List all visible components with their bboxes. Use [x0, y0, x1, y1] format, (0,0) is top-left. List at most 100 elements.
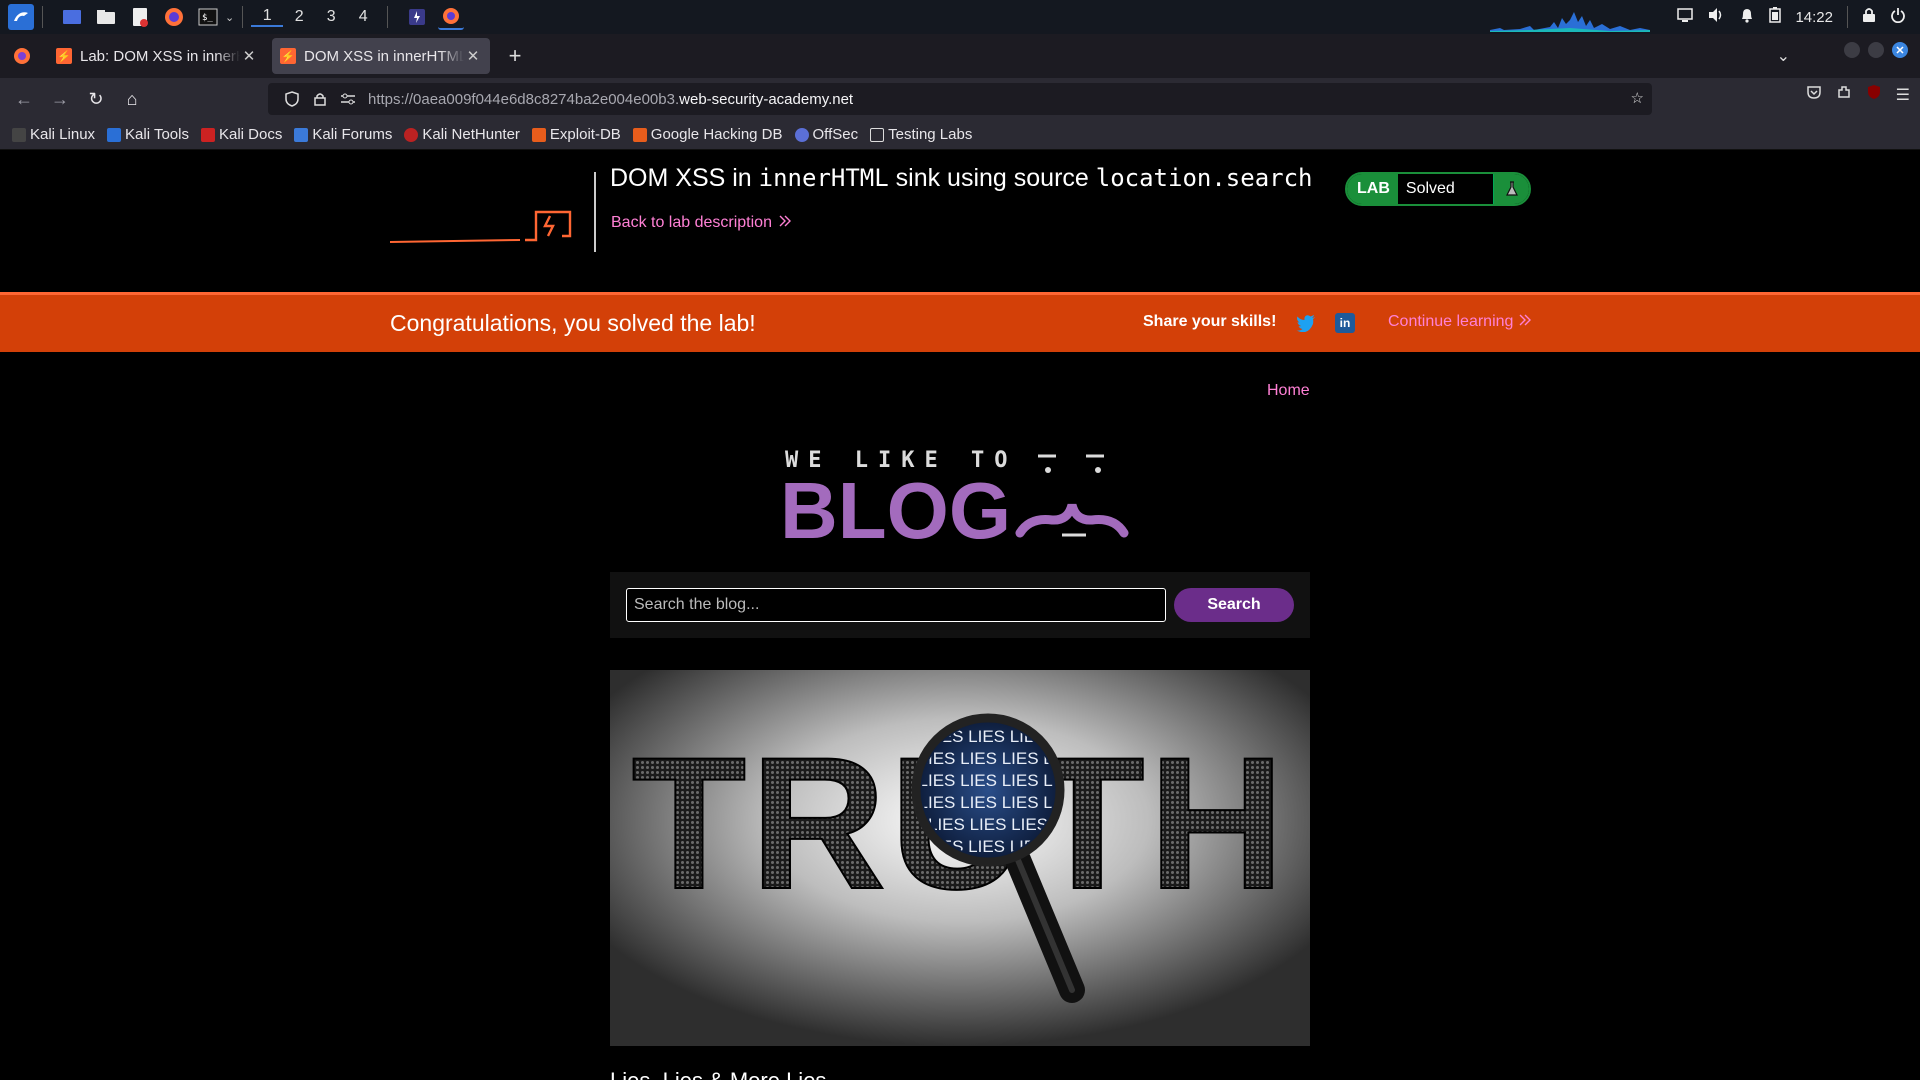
- share-skills-label: Share your skills!: [1143, 313, 1277, 330]
- forward-button[interactable]: →: [42, 82, 78, 116]
- minimize-button[interactable]: [1844, 42, 1860, 58]
- cpu-graph-widget: [1490, 12, 1650, 32]
- close-window-button[interactable]: ✕: [1892, 42, 1908, 58]
- portswigger-favicon-icon: ⚡: [280, 48, 296, 64]
- file-manager-icon[interactable]: [93, 4, 119, 30]
- portswigger-favicon-icon: ⚡: [56, 48, 72, 64]
- lens-text-line: LIES LIES LIES LI: [919, 771, 1058, 790]
- bookmark-offsec[interactable]: OffSec: [794, 126, 859, 143]
- maximize-button[interactable]: [1868, 42, 1884, 58]
- linkedin-icon[interactable]: in: [1335, 313, 1355, 333]
- shield-icon[interactable]: [278, 91, 306, 107]
- battery-icon[interactable]: [1769, 7, 1782, 27]
- permissions-icon[interactable]: [334, 93, 362, 105]
- bookmark-kali-nethunter[interactable]: Kali NetHunter: [404, 126, 520, 143]
- firefox-window-icon[interactable]: [438, 4, 465, 30]
- search-button[interactable]: Search: [1174, 588, 1294, 622]
- congratulations-message: Congratulations, you solved the lab!: [390, 310, 756, 336]
- blog-post-image[interactable]: TRUTH ES LIES LIE LIES LIES LIES LI LIES…: [610, 670, 1310, 1046]
- svg-text:$_: $_: [202, 13, 213, 23]
- bookmark-kali-linux[interactable]: Kali Linux: [12, 126, 95, 143]
- clock[interactable]: 14:22: [1795, 9, 1833, 26]
- close-tab-icon[interactable]: ✕: [464, 47, 482, 65]
- display-icon[interactable]: [1677, 8, 1694, 26]
- text-editor-icon[interactable]: [127, 4, 153, 30]
- reload-button[interactable]: ↻: [78, 82, 114, 116]
- url-bar[interactable]: https://0aea009f044e6d8c8274ba2e004e00b3…: [268, 83, 1652, 115]
- ublock-icon[interactable]: [1866, 84, 1882, 105]
- browser-tab-strip: ⚡ Lab: DOM XSS in innerHTML sink ✕ ⚡ DOM…: [0, 34, 1920, 78]
- bookmark-kali-tools[interactable]: Kali Tools: [107, 126, 189, 143]
- twitter-icon[interactable]: [1296, 314, 1316, 332]
- folder-icon: [870, 127, 885, 142]
- list-all-tabs-icon[interactable]: ⌄: [1777, 46, 1790, 66]
- portswigger-logo-icon[interactable]: [390, 202, 572, 244]
- terminal-icon[interactable]: $_: [195, 4, 221, 30]
- ghdb-icon: [632, 127, 647, 142]
- workspace-4[interactable]: 4: [347, 8, 379, 26]
- tab-lab-description[interactable]: ⚡ Lab: DOM XSS in innerHTML sink ✕: [48, 38, 266, 74]
- continue-learning-label: Continue learning: [1388, 313, 1514, 330]
- notifications-icon[interactable]: [1739, 7, 1755, 27]
- burp-window-icon[interactable]: [404, 4, 430, 30]
- back-to-lab-description-link[interactable]: Back to lab description: [611, 214, 792, 232]
- taskbar-separator: [387, 6, 389, 28]
- bookmark-testing-labs[interactable]: Testing Labs: [870, 126, 972, 143]
- bookmark-exploit-db[interactable]: Exploit-DB: [531, 126, 621, 143]
- solved-banner: Congratulations, you solved the lab! Sha…: [0, 292, 1920, 352]
- workspace-2[interactable]: 2: [283, 8, 315, 26]
- desktop-icon[interactable]: [59, 4, 85, 30]
- kali-menu-icon[interactable]: [8, 4, 34, 30]
- workspace-3[interactable]: 3: [315, 8, 347, 26]
- firefox-view-icon[interactable]: [4, 38, 40, 74]
- kali-icon: [12, 127, 26, 142]
- chevron-down-icon[interactable]: ⌄: [225, 11, 234, 24]
- double-chevron-right-icon: [778, 214, 792, 232]
- lock-icon[interactable]: [306, 92, 334, 106]
- kali-docs-icon: [200, 127, 215, 142]
- volume-icon[interactable]: [1707, 7, 1725, 27]
- nav-home-link[interactable]: Home: [1267, 382, 1310, 400]
- new-tab-button[interactable]: +: [498, 39, 532, 73]
- search-input[interactable]: [626, 588, 1166, 622]
- url-domain: web-security-academy.net: [679, 90, 854, 108]
- extensions-icon[interactable]: [1836, 84, 1852, 105]
- kali-forums-icon: [294, 127, 309, 142]
- bookmark-star-icon[interactable]: ☆: [1631, 89, 1644, 107]
- bookmark-label: Exploit-DB: [549, 126, 621, 143]
- bookmark-label: OffSec: [812, 126, 859, 143]
- bookmark-google-hacking-db[interactable]: Google Hacking DB: [632, 126, 783, 143]
- bookmark-kali-forums[interactable]: Kali Forums: [294, 126, 392, 143]
- bookmark-kali-docs[interactable]: Kali Docs: [200, 126, 282, 143]
- home-button[interactable]: ⌂: [114, 82, 150, 116]
- post-title[interactable]: Lies, Lies & More Lies: [610, 1068, 826, 1080]
- firefox-launcher-icon[interactable]: [161, 4, 187, 30]
- lock-icon[interactable]: [1862, 7, 1876, 27]
- lens-text-line: LIES LIES LIES: [928, 815, 1048, 834]
- page-content: DOM XSS in innerHTML sink using source l…: [0, 150, 1920, 1080]
- brace-face-icon: [1015, 454, 1129, 538]
- back-button[interactable]: ←: [6, 82, 42, 116]
- workspace-1[interactable]: 1: [251, 7, 284, 27]
- window-controls: ✕: [1844, 42, 1908, 58]
- lab-title-code: innerHTML: [758, 164, 889, 192]
- pocket-icon[interactable]: [1806, 84, 1822, 105]
- lab-tag: LAB: [1347, 174, 1398, 204]
- tab-title: DOM XSS in innerHTML sink: [304, 47, 464, 65]
- lab-title: DOM XSS in innerHTML sink using source l…: [610, 164, 1313, 193]
- lab-status-widget: LAB Solved: [1345, 172, 1531, 206]
- bookmark-label: Kali Linux: [30, 126, 96, 143]
- tab-lab-instance[interactable]: ⚡ DOM XSS in innerHTML sink ✕: [272, 38, 490, 74]
- tab-title: Lab: DOM XSS in innerHTML sink: [80, 47, 240, 65]
- close-tab-icon[interactable]: ✕: [240, 47, 258, 65]
- lab-title-part: DOM XSS in: [610, 164, 759, 192]
- lab-title-part: sink using source: [888, 164, 1096, 192]
- menu-icon[interactable]: ☰: [1896, 85, 1910, 105]
- taskbar-separator: [1847, 6, 1848, 28]
- lab-header: DOM XSS in innerHTML sink using source l…: [0, 150, 1920, 292]
- continue-learning-link[interactable]: Continue learning: [1388, 313, 1532, 331]
- bookmark-label: Testing Labs: [888, 126, 973, 143]
- search-panel: Search: [610, 572, 1310, 638]
- power-icon[interactable]: [1890, 7, 1906, 27]
- taskbar-separator: [42, 6, 43, 28]
